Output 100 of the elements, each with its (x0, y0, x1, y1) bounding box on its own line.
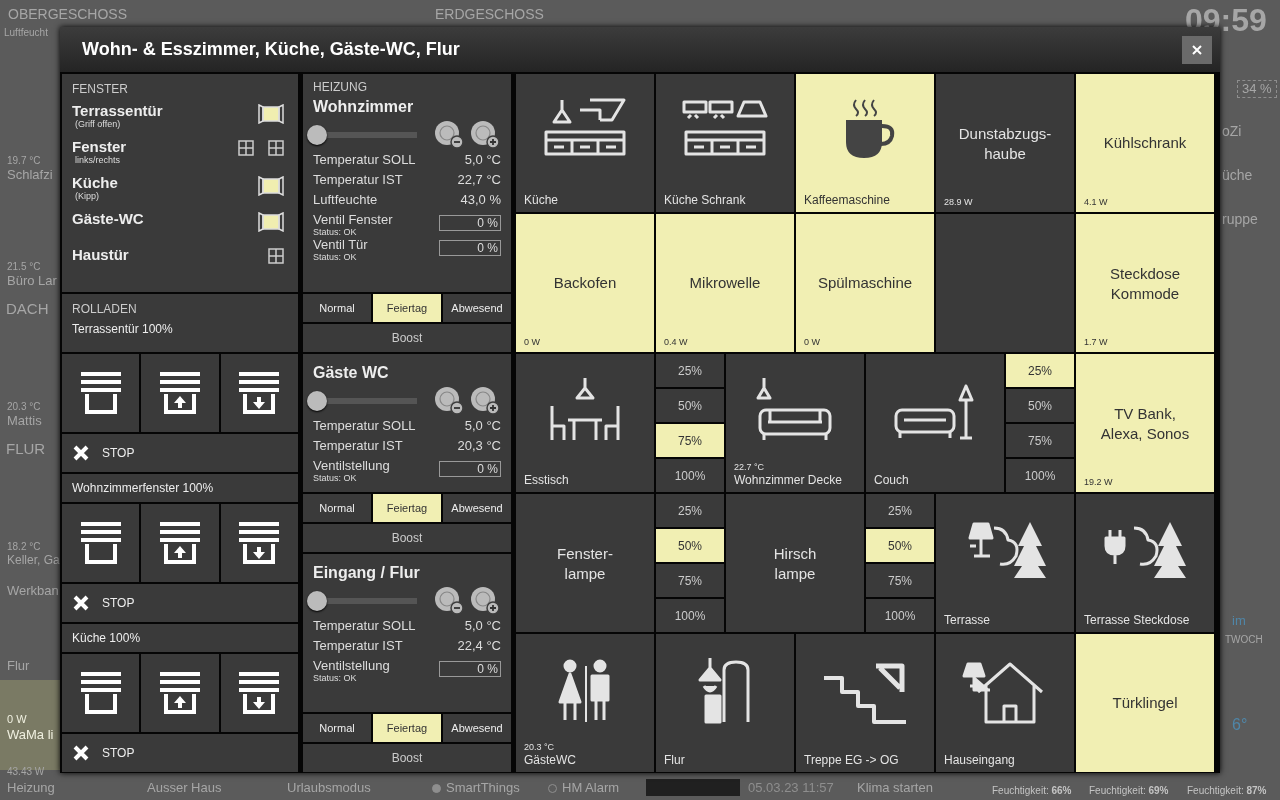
blind-button[interactable] (141, 354, 219, 432)
background-label: Mattis (7, 414, 42, 429)
room-name: Wohnzimmer (313, 98, 415, 116)
dimmer-level-button[interactable]: 25% (656, 354, 724, 387)
stop-button[interactable]: STOP (62, 734, 298, 772)
background-label: Flur (7, 659, 30, 674)
boost-button[interactable]: Boost (303, 744, 511, 772)
switch-tile[interactable]: Hirsch lampe (726, 494, 864, 632)
tile-reading: 0.4 W (664, 337, 688, 347)
device-tile[interactable]: Treppe EG -> OG (796, 634, 934, 772)
switch-tile[interactable]: Dunstabzugs- haube 28.9 W (936, 74, 1074, 212)
tile-reading: 28.9 W (944, 197, 973, 207)
dimmer-level-button[interactable]: 100% (656, 459, 724, 492)
background-label: üche (1222, 168, 1253, 184)
blind-button[interactable] (62, 654, 140, 732)
thermostat-minus-icon[interactable] (433, 586, 465, 616)
mode-tab[interactable]: Abwesend (443, 714, 511, 742)
background-label: ruppe (1222, 212, 1258, 228)
mode-tab[interactable]: Normal (303, 294, 371, 322)
blind-button[interactable] (220, 354, 298, 432)
switch-tile[interactable]: Türklingel (1076, 634, 1214, 772)
dimmer-level-button[interactable]: 100% (866, 599, 934, 632)
thermostat-plus-icon[interactable] (469, 586, 501, 616)
device-tile[interactable]: Terrasse Steckdose (1076, 494, 1214, 632)
humidity-label: Feuchtigkeit: 69% (1089, 785, 1169, 796)
dimmer-level-button[interactable]: 25% (656, 494, 724, 527)
mode-tab[interactable]: Abwesend (443, 294, 511, 322)
boost-button[interactable]: Boost (303, 524, 511, 552)
switch-tile[interactable]: Steckdose Kommode 1.7 W (1076, 214, 1214, 352)
dimmer-level-button[interactable]: 100% (1006, 459, 1074, 492)
background-label: im (1232, 614, 1246, 629)
mode-tab[interactable]: Abwesend (443, 494, 511, 522)
mode-tab[interactable]: Normal (303, 714, 371, 742)
background-label: 18.2 °C (7, 541, 41, 552)
device-tile[interactable]: Esstisch (516, 354, 654, 492)
close-button[interactable] (1182, 35, 1212, 64)
mode-tab[interactable]: Feiertag (373, 714, 441, 742)
device-tile[interactable]: Terrasse (936, 494, 1074, 632)
dimmer-level-button[interactable]: 25% (866, 494, 934, 527)
thermostat-plus-icon[interactable] (469, 120, 501, 150)
mode-tab[interactable]: Normal (303, 494, 371, 522)
dimmer-level-button[interactable]: 50% (656, 529, 724, 562)
background-label: 6° (1232, 716, 1248, 734)
device-tile[interactable]: Küche Schrank (656, 74, 794, 212)
stop-button[interactable]: STOP (62, 584, 298, 622)
boost-button[interactable]: Boost (303, 324, 511, 352)
mode-tab[interactable]: Feiertag (373, 494, 441, 522)
device-tile[interactable]: Hauseingang (936, 634, 1074, 772)
background-label: Büro Lar (7, 274, 57, 289)
blind-button[interactable] (62, 354, 140, 432)
background-label: oZi (1222, 124, 1242, 140)
dimmer-level-button[interactable]: 75% (866, 564, 934, 597)
device-tile[interactable]: Kaffeemaschine (796, 74, 934, 212)
device-tile[interactable]: 22.7 °C Wohnzimmer Decke (726, 354, 864, 492)
background-label: Keller, Ga (7, 554, 60, 568)
switch-tile[interactable]: Kühlschrank 4.1 W (1076, 74, 1214, 212)
mode-tab[interactable]: Feiertag (373, 294, 441, 322)
reading-label: Temperatur IST (313, 172, 403, 187)
dimmer-level-button[interactable]: 25% (1006, 354, 1074, 387)
radio-button[interactable] (432, 783, 441, 793)
thermostat-minus-icon[interactable] (433, 386, 465, 416)
dimmer-level-button[interactable]: 50% (866, 529, 934, 562)
switch-tile[interactable]: Fenster- lampe (516, 494, 654, 632)
device-tile[interactable]: Couch (866, 354, 1004, 492)
valve-status: Status: OK (313, 252, 358, 262)
blind-button[interactable] (220, 654, 298, 732)
window-name: Küche (72, 174, 118, 191)
blind-button[interactable] (62, 504, 140, 582)
stop-button[interactable]: STOP (62, 434, 298, 472)
room-name: Eingang / Flur (313, 564, 421, 582)
window-note: (Griff offen) (75, 119, 122, 129)
thermostat-plus-icon[interactable] (469, 386, 501, 416)
slider-thumb[interactable] (307, 591, 327, 611)
switch-tile[interactable]: Mikrowelle 0.4 W (656, 214, 794, 352)
background-label: DACH (6, 301, 49, 318)
dimmer-level-button[interactable]: 100% (656, 599, 724, 632)
slider-thumb[interactable] (307, 125, 327, 145)
slider-thumb[interactable] (307, 391, 327, 411)
tile-label: Terrasse (944, 613, 990, 627)
device-tile[interactable]: Flur (656, 634, 794, 772)
dimmer-level-button[interactable]: 75% (656, 424, 724, 457)
dimmer-level-button[interactable]: 50% (1006, 389, 1074, 422)
tile-label: Hirsch lampe (772, 543, 818, 583)
dimmer-level-button[interactable]: 50% (656, 389, 724, 422)
dimmer-level-button[interactable]: 75% (1006, 424, 1074, 457)
tile-label: Fenster- lampe (556, 543, 614, 583)
device-tile[interactable]: Küche (516, 74, 654, 212)
switch-tile[interactable]: TV Bank, Alexa, Sonos 19.2 W (1076, 354, 1214, 492)
background-label: FLUR (6, 441, 46, 458)
blind-button[interactable] (220, 504, 298, 582)
input-field[interactable] (646, 779, 740, 796)
humidity-label: Feuchtigkeit: 87% (1187, 785, 1267, 796)
blind-button[interactable] (141, 654, 219, 732)
switch-tile[interactable]: Spülmaschine 0 W (796, 214, 934, 352)
device-tile[interactable]: 20.3 °C GästeWC (516, 634, 654, 772)
background-label: 19.7 °C (7, 155, 41, 166)
dimmer-level-button[interactable]: 75% (656, 564, 724, 597)
blind-button[interactable] (141, 504, 219, 582)
switch-tile[interactable]: Backofen 0 W (516, 214, 654, 352)
thermostat-minus-icon[interactable] (433, 120, 465, 150)
